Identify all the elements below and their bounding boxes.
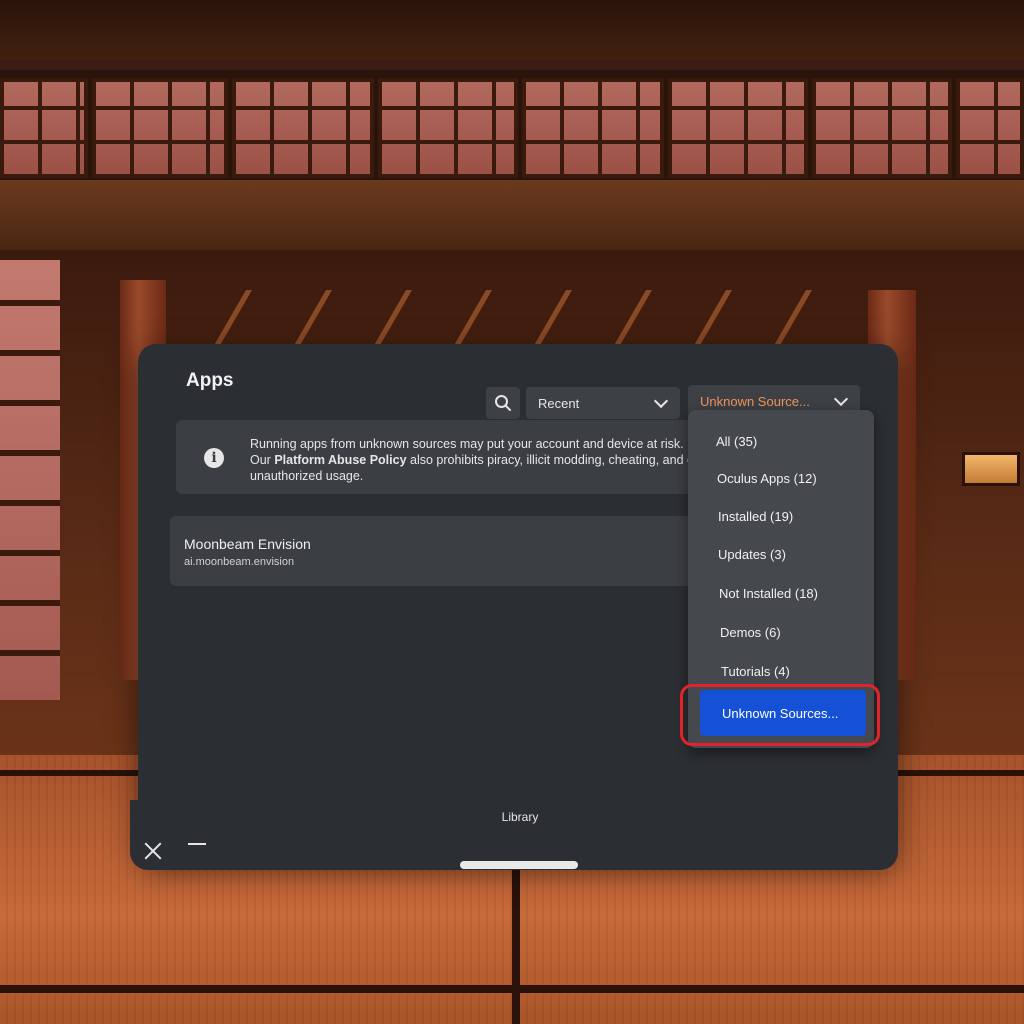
notice-line-2-suffix: also prohibits piracy, illicit modding, … [406,453,696,467]
sort-dropdown-value: Recent [538,395,580,411]
app-package: ai.moonbeam.envision [184,556,295,568]
list-item[interactable]: Moonbeam Envision ai.moonbeam.envision [170,516,700,586]
menu-item-updates[interactable]: Updates (3) [718,547,786,562]
filter-dropdown-value: Unknown Source... [700,393,810,409]
library-label: Library [501,810,539,824]
search-button[interactable] [486,387,520,419]
ceiling [0,0,1024,60]
close-icon[interactable] [140,838,166,864]
menu-item-tutorials[interactable]: Tutorials (4) [721,664,790,679]
notice-line-3: unauthorized usage. [250,469,364,483]
notice-line-2: Our Platform Abuse Policy also prohibits… [250,452,696,468]
menu-item-installed[interactable]: Installed (19) [718,509,793,524]
notice-text: Running apps from unknown sources may pu… [250,436,696,484]
app-name: Moonbeam Envision [184,536,311,552]
highlight-annotation [680,684,880,746]
left-shoji-screen [0,260,60,700]
chevron-down-icon [833,391,849,407]
chevron-down-icon [653,393,669,409]
drag-handle[interactable] [460,861,578,869]
ceiling-beam [0,180,1024,250]
menu-item-all[interactable]: All (35) [716,434,757,449]
page-title: Apps [186,370,234,391]
upper-shoji-row [0,70,1024,185]
lantern [962,452,1020,486]
menu-item-not-installed[interactable]: Not Installed (18) [719,586,818,601]
minimize-icon[interactable] [186,836,210,852]
platform-abuse-policy-link[interactable]: Platform Abuse Policy [274,453,406,467]
sort-dropdown[interactable]: Recent [526,387,680,419]
unknown-sources-notice: i Running apps from unknown sources may … [176,420,696,494]
search-icon [495,395,511,411]
menu-item-oculus-apps[interactable]: Oculus Apps (12) [717,471,817,486]
menu-item-demos[interactable]: Demos (6) [720,625,781,640]
notice-line-2-prefix: Our [250,453,275,467]
notice-line-1: Running apps from unknown sources may pu… [250,437,684,451]
info-icon: i [204,448,224,468]
